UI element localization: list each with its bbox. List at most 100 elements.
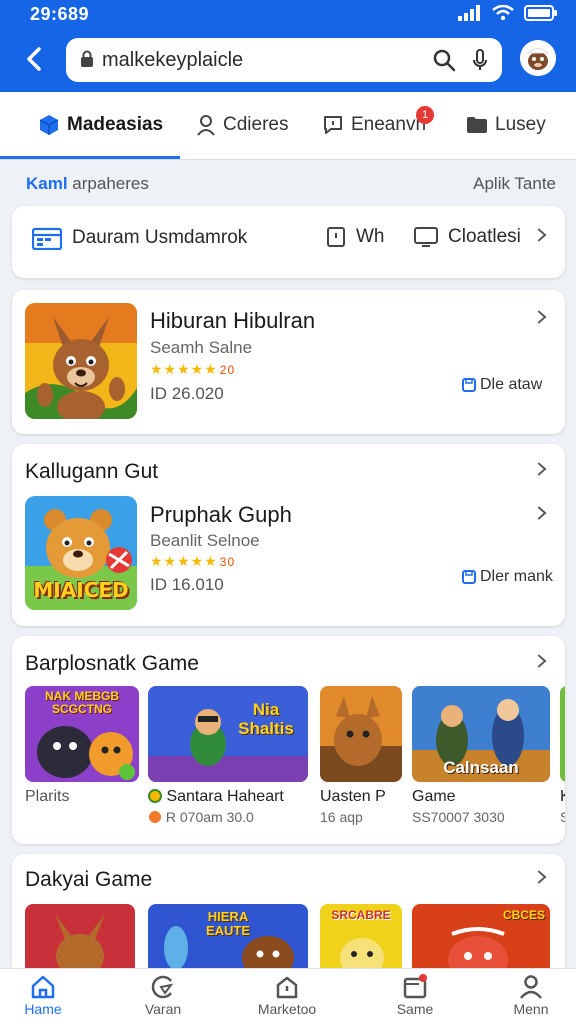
app-bar: malkekeyplaicle	[0, 28, 576, 92]
wifi-icon	[492, 5, 514, 21]
game-tile[interactable]: Nia Shaltis Santara Haheart R 070am 30.0	[148, 686, 312, 825]
status-bar: 29:689	[0, 0, 576, 28]
info-item-wh[interactable]: Wh	[326, 226, 385, 248]
game-tile[interactable]: Calnsaan Game SS70007 3030	[412, 686, 552, 825]
tab-cdieres[interactable]: Cdieres	[196, 92, 288, 158]
person-icon	[520, 975, 542, 999]
game-badge-icon	[148, 789, 162, 803]
chevron-right-icon[interactable]	[535, 870, 549, 884]
game-tile[interactable]: SRCABRE	[320, 904, 404, 974]
tab-lusey[interactable]: Lusey	[466, 92, 546, 158]
game-thumbnail: CBCES	[412, 904, 550, 974]
nav-marketoo[interactable]: Marketoo	[242, 973, 332, 1017]
app-subtitle: Seamh Salne	[150, 338, 253, 357]
game-name-text: Santara Haheart	[166, 788, 284, 805]
game-tile[interactable]: HIERA EAUTE	[148, 904, 312, 974]
game-meta: S	[560, 809, 565, 825]
info-item-label: Wh	[356, 226, 385, 247]
search-input[interactable]: malkekeyplaicle	[102, 49, 243, 72]
game-thumbnail: Nia Shaltis	[148, 686, 308, 782]
tab-label: Cdieres	[223, 114, 289, 135]
section-left-label: Kaml arpaheres	[26, 174, 149, 194]
mic-icon[interactable]	[472, 48, 488, 72]
nav-label: Menn	[513, 1001, 549, 1017]
signal-icon	[458, 5, 480, 21]
nav-varan[interactable]: Varan	[118, 973, 208, 1017]
chevron-right-icon[interactable]	[535, 654, 549, 668]
category-tabs: Madeasias Cdieres Eneanvn 1 Lusey	[0, 92, 576, 160]
notification-badge: 1	[416, 106, 434, 124]
game-thumb-title: HIERA EAUTE	[205, 909, 251, 938]
rating-number: 20	[219, 363, 236, 377]
bookmark-icon	[327, 227, 345, 247]
tab-label: Madeasias	[67, 114, 164, 135]
active-tab-indicator	[0, 156, 180, 159]
rating-stars: ★★★★★ 30	[150, 553, 235, 570]
monitor-icon	[414, 227, 438, 247]
kangaroo-character-image	[25, 303, 137, 419]
game-tile[interactable]: Uasten P 16 aqp	[320, 686, 404, 825]
game-tile[interactable]: Ka S	[560, 686, 565, 825]
app-action-button[interactable]: Dler mank	[462, 568, 553, 586]
nav-label: Same	[396, 1001, 434, 1017]
app-title: Pruphak Guph	[150, 502, 292, 527]
game-thumbnail	[25, 904, 135, 974]
app-subtitle: Beanlit Selnoe	[150, 531, 260, 550]
nav-menn[interactable]: Menn	[486, 973, 576, 1017]
nav-same[interactable]: Same	[370, 973, 460, 1017]
nav-label: Hame	[24, 1001, 62, 1017]
download-icon	[462, 570, 476, 584]
app-price: ID 26.020	[150, 384, 224, 403]
game-name: Ka	[560, 788, 565, 806]
search-icon[interactable]	[432, 48, 456, 72]
chevron-right-icon[interactable]	[535, 462, 549, 476]
tab-label: Lusey	[495, 114, 546, 135]
chevron-left-icon	[27, 47, 41, 71]
status-icons	[458, 5, 558, 21]
game-meta: R 070am 30.0	[148, 809, 312, 825]
folder-icon	[467, 117, 487, 133]
person-icon	[197, 115, 215, 136]
bottom-navigation: Hame Varan Marketoo Same Menn	[0, 968, 576, 1024]
app-action-button[interactable]: Dle ataw	[462, 376, 542, 394]
back-button[interactable]	[18, 42, 50, 76]
game-thumbnail: NAK MEBGB SCGCTNG	[25, 686, 139, 782]
game-thumbnail: SRCABRE	[320, 904, 402, 974]
section-right-link[interactable]: Aplik Tante	[473, 174, 556, 194]
game-thumb-title: CBCES	[502, 908, 545, 922]
game-tile[interactable]	[25, 904, 137, 974]
home-icon	[31, 975, 55, 999]
app-action-label: Dle ataw	[480, 376, 543, 393]
document-icon	[403, 974, 427, 999]
game-name: Santara Haheart	[148, 788, 312, 806]
game-thumbnail: Calnsaan	[412, 686, 550, 782]
game-tile[interactable]: CBCES	[412, 904, 552, 974]
chevron-right-icon[interactable]	[535, 506, 549, 520]
chevron-right-icon[interactable]	[535, 310, 549, 324]
nav-home[interactable]: Hame	[0, 973, 88, 1017]
tab-madeasias[interactable]: Madeasias	[38, 92, 163, 158]
star-icons: ★★★★★	[150, 361, 218, 377]
info-item-label: Cloatlesi	[448, 226, 521, 247]
search-bar[interactable]: malkekeyplaicle	[66, 38, 502, 82]
avatar[interactable]	[520, 40, 556, 76]
app-card-pruphak[interactable]: Kallugann Gut MIAICED Pruphak Guph Beanl…	[12, 444, 565, 626]
nav-label: Varan	[144, 1001, 182, 1017]
game-name: Uasten P	[320, 788, 386, 805]
game-tile[interactable]: NAK MEBGB SCGCTNG Plarits	[25, 686, 143, 806]
download-icon	[462, 378, 476, 392]
status-time: 29:689	[30, 4, 90, 24]
tab-eneanvn[interactable]: Eneanvn 1	[322, 92, 434, 158]
info-item-label: Dauram Usmdamrok	[72, 227, 248, 248]
game-thumbnail	[560, 686, 565, 782]
info-item-cloatlesi[interactable]: Cloatlesi	[414, 226, 521, 248]
compass-icon	[151, 975, 174, 999]
kangaroo-game-image	[25, 904, 135, 974]
app-card-hiburan[interactable]: Hiburan Hibulran Seamh Salne ★★★★★ 20 ID …	[12, 290, 565, 434]
star-icons: ★★★★★	[150, 553, 218, 569]
calendar-icon	[32, 227, 62, 250]
info-bar-card: Dauram Usmdamrok Wh Cloatlesi	[12, 206, 565, 278]
info-item-dauram[interactable]: Dauram Usmdamrok	[32, 226, 247, 250]
chevron-right-icon[interactable]	[535, 228, 549, 242]
section-title: Barplosnatk Game	[25, 652, 199, 675]
